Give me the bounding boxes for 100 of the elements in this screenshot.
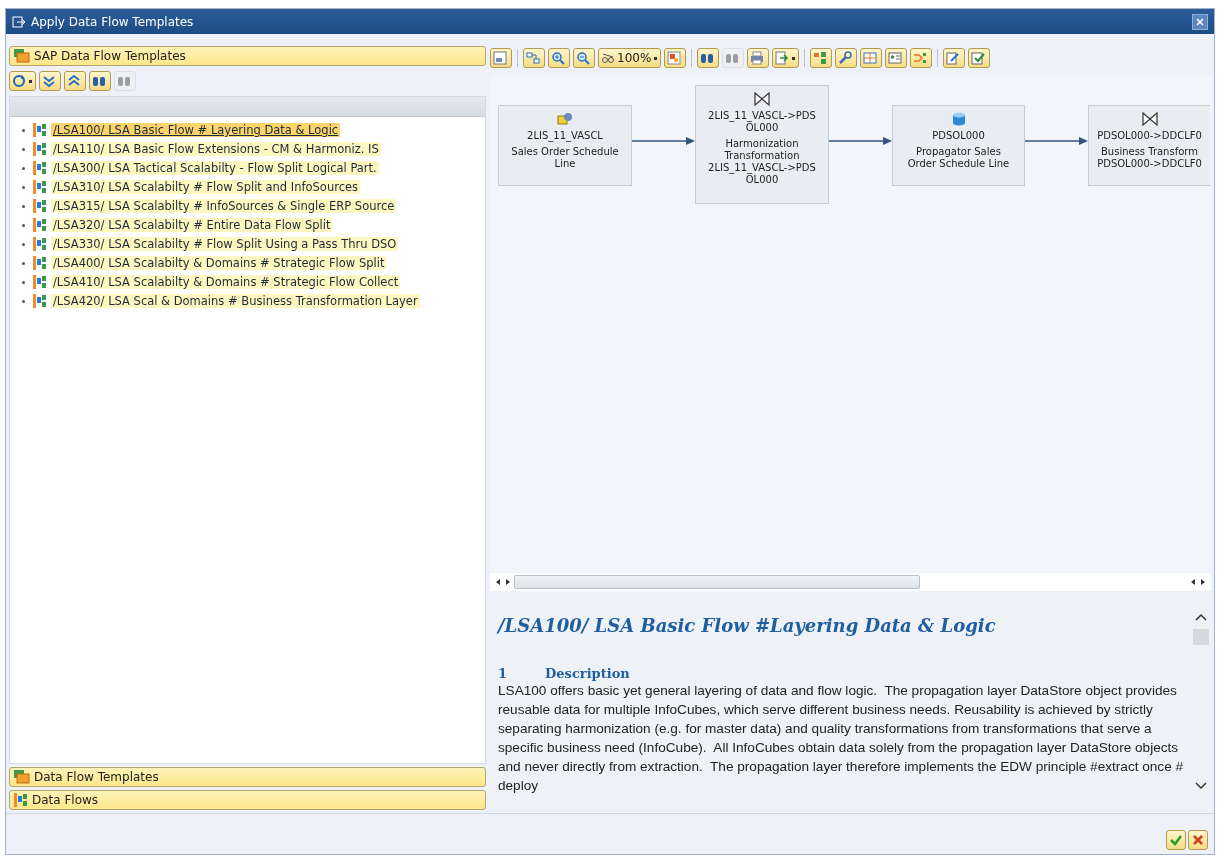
description-paragraph: LSA100 offers basic yet general layering of data and flow logic. The propagation layer DataStore object provides reusable data for multiple InfoCubes, which serve different business needs. Reusability is achieved by strictly separating harmonization (e.g. for master data) and quality transformations from transformations that serve a specific business need (InfoCube). All InfoCubes obtain data solely from the propagation layer DataStore objects and never directly from extraction. The propagation layer therefore implements the EDW principle #extract once # deploy bbox=[498, 682, 1185, 795]
close-button[interactable] bbox=[1192, 13, 1208, 30]
wrench-icon bbox=[838, 51, 853, 65]
bullet-icon bbox=[22, 299, 25, 303]
data-flow-icon bbox=[33, 199, 47, 213]
scrollbar-thumb[interactable] bbox=[1193, 629, 1209, 645]
data-flow-icon bbox=[33, 237, 47, 251]
glasses-icon bbox=[601, 51, 615, 65]
ok-button[interactable] bbox=[1166, 830, 1186, 850]
data-flow-icon bbox=[33, 161, 47, 175]
bullet-icon bbox=[22, 128, 25, 132]
scrollbar-thumb[interactable] bbox=[514, 575, 920, 589]
collapse-all-button[interactable] bbox=[64, 71, 86, 91]
node-description: Business Transform PDSOL000->DDCLF0 bbox=[1097, 146, 1202, 170]
panel-header[interactable]: SAP Data Flow Templates bbox=[9, 46, 486, 66]
data-flow-icon bbox=[33, 180, 47, 194]
printer-icon bbox=[750, 51, 765, 65]
tree-item[interactable]: /LSA100/ LSA Basic Flow # Layering Data & Logic bbox=[51, 123, 341, 137]
apply-button[interactable] bbox=[968, 48, 991, 68]
refresh-icon bbox=[12, 74, 26, 88]
bowtie-icon bbox=[1141, 112, 1158, 126]
flow-node[interactable]: PDSOL000->DDCLF0 Business Transform PDSOL000->DDCLF0 bbox=[1088, 105, 1210, 186]
data-flow-icon bbox=[33, 218, 47, 232]
bullet-icon bbox=[22, 147, 25, 151]
section-heading: Description bbox=[545, 666, 630, 681]
overview-button[interactable] bbox=[490, 48, 512, 68]
check-icon bbox=[1170, 834, 1182, 846]
node-description: Sales Order Schedule Line bbox=[511, 146, 619, 170]
data-flow-icon bbox=[33, 256, 47, 270]
scroll-up-icon[interactable] bbox=[1195, 613, 1207, 621]
folder-icon bbox=[14, 770, 30, 784]
zoom-dropdown[interactable]: 100% bbox=[598, 48, 662, 68]
datasource-icon bbox=[557, 112, 573, 126]
tree-item[interactable]: /LSA410/ LSA Scalabilty & Domains # Strategic Flow Collect bbox=[51, 275, 401, 289]
bullet-icon bbox=[22, 280, 25, 284]
export-button[interactable] bbox=[772, 48, 800, 68]
tree-item[interactable]: /LSA310/ LSA Scalabilty # Flow Split and InfoSources bbox=[51, 180, 361, 194]
close-icon bbox=[1192, 834, 1204, 846]
document-title: /LSA100/ LSA Basic Flow #Layering Data & Logic bbox=[498, 615, 997, 636]
bullet-icon bbox=[22, 223, 25, 227]
section-title: Data Flow Templates bbox=[34, 770, 159, 784]
check-document-icon bbox=[971, 51, 986, 65]
bullet-icon bbox=[22, 204, 25, 208]
section-title: Data Flows bbox=[32, 793, 99, 807]
tree-item[interactable]: /LSA110/ LSA Basic Flow Extensions - CM & Harmoniz. IS bbox=[51, 142, 381, 156]
database-icon bbox=[951, 112, 966, 126]
binoculars-icon bbox=[117, 74, 131, 88]
zoom-in-button[interactable] bbox=[548, 48, 570, 68]
node-description: Propagator Sales Order Schedule Line bbox=[907, 146, 1010, 170]
layout-button[interactable] bbox=[523, 48, 545, 68]
close-icon bbox=[1196, 17, 1204, 26]
section-bar[interactable]: Data Flows bbox=[9, 790, 486, 810]
cancel-button[interactable] bbox=[1188, 830, 1208, 850]
connector-arrow bbox=[829, 137, 892, 145]
find-button[interactable] bbox=[89, 71, 111, 91]
zoom-out-button[interactable] bbox=[573, 48, 595, 68]
node-description: Harmonization Transformation 2LIS_11_VASCL->PDS OL000 bbox=[708, 138, 816, 186]
tree-item[interactable]: /LSA420/ LSA Scal & Domains # Business Transformation Layer bbox=[51, 294, 420, 308]
print-button[interactable] bbox=[747, 48, 770, 68]
color-button[interactable] bbox=[664, 48, 687, 68]
binoculars-icon bbox=[92, 74, 106, 88]
flow-node[interactable]: PDSOL000 Propagator Sales Order Schedule Line bbox=[892, 105, 1025, 186]
flow-node[interactable]: 2LIS_11_VASCL->PDS OL000 Harmonization Transformation 2LIS_11_VASCL->PDS OL000 bbox=[695, 85, 829, 204]
layout-icon bbox=[526, 51, 540, 65]
toolbar-button[interactable] bbox=[910, 48, 933, 68]
data-flow-icon bbox=[33, 294, 47, 308]
tree-item[interactable]: /LSA300/ LSA Tactical Scalabilty - Flow Split Logical Part. bbox=[51, 161, 379, 175]
bullet-icon bbox=[22, 261, 25, 265]
toolbar-button[interactable] bbox=[835, 48, 858, 68]
toolbar-button[interactable] bbox=[810, 48, 833, 68]
overview-icon bbox=[493, 51, 507, 65]
tree-item[interactable]: /LSA330/ LSA Scalabilty # Flow Split Using a Pass Thru DSO bbox=[51, 237, 399, 251]
horizontal-scrollbar[interactable] bbox=[490, 573, 1211, 591]
window-icon bbox=[12, 15, 26, 28]
flow-node[interactable]: 2LIS_11_VASCL Sales Order Schedule Line bbox=[498, 105, 632, 186]
find-button[interactable] bbox=[697, 48, 720, 68]
scroll-arrows-icon bbox=[1191, 578, 1205, 586]
bullet-icon bbox=[22, 185, 25, 189]
table-icon bbox=[863, 51, 878, 65]
bowtie-icon bbox=[754, 92, 770, 106]
refresh-button[interactable] bbox=[9, 71, 36, 91]
node-name: PDSOL000 bbox=[932, 130, 985, 142]
scroll-down-icon[interactable] bbox=[1195, 782, 1207, 790]
bullet-icon bbox=[22, 166, 25, 170]
section-bar[interactable]: Data Flow Templates bbox=[9, 767, 486, 787]
section-number: 1 bbox=[498, 666, 508, 681]
toolbar-button[interactable] bbox=[885, 48, 908, 68]
tree-item[interactable]: /LSA315/ LSA Scalabilty # InfoSources & Single ERP Source bbox=[51, 199, 397, 213]
expand-all-button[interactable] bbox=[39, 71, 61, 91]
node-name: 2LIS_11_VASCL->PDS OL000 bbox=[708, 110, 816, 134]
edit-button[interactable] bbox=[943, 48, 966, 68]
binoculars-icon bbox=[725, 51, 740, 65]
arrow-list-icon bbox=[913, 51, 928, 65]
zoom-in-icon bbox=[551, 51, 565, 65]
collapse-icon bbox=[67, 74, 81, 88]
data-flow-icon bbox=[33, 142, 47, 156]
tree-item[interactable]: /LSA400/ LSA Scalabilty & Domains # Strategic Flow Split bbox=[51, 256, 387, 270]
toolbar-button[interactable] bbox=[860, 48, 883, 68]
tree-item[interactable]: /LSA320/ LSA Scalabilty # Entire Data Flow Split bbox=[51, 218, 333, 232]
color-icon bbox=[667, 51, 682, 65]
